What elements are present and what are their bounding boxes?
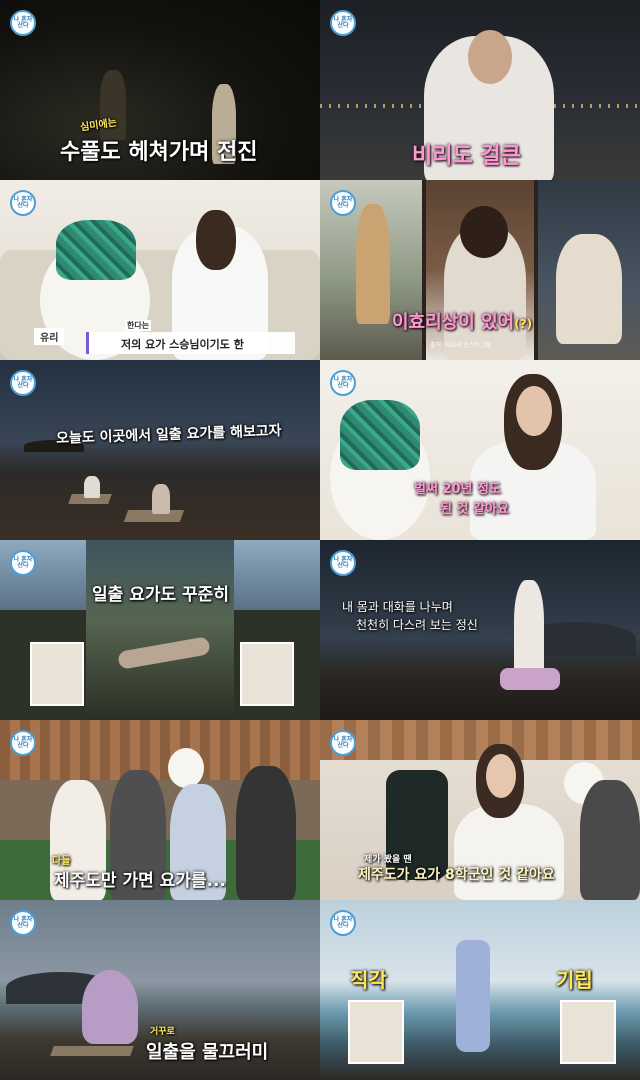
reaction-cam-left xyxy=(348,1000,404,1064)
text-line1: 내 몸과 대화를 나누며 xyxy=(342,600,453,614)
panel-studio-reaction: 나 혼자 산다 다들 제주도만 가면 요가를... xyxy=(0,720,320,900)
person-head xyxy=(468,30,512,84)
caption: 오늘도 이곳에서 일출 요가를 해보고자 xyxy=(55,423,282,447)
show-logo: 나 혼자 산다 xyxy=(330,910,356,936)
panel-dawn-yoga: 나 혼자 산다 오늘도 이곳에서 일출 요가를 해보고자 xyxy=(0,360,320,540)
caption-line1: 벌써 20년 정도 xyxy=(414,482,501,497)
right-sky xyxy=(234,540,320,610)
guest-head xyxy=(460,206,508,258)
cast-member-right xyxy=(580,780,640,900)
caption-line2: 된 것 같아요 xyxy=(440,502,509,517)
panel-yoga-stretch: 나 혼자 산다 일출 요가도 꾸준히 xyxy=(0,540,320,720)
panel-night-walk: 나 혼자 산다 심미에는 수풀도 헤쳐가며 전진 xyxy=(0,0,320,180)
panel-backbend: 나 혼자 산다 거꾸로 일출을 물끄러미 xyxy=(0,900,320,1080)
caption-text: 이효리상이 있어 xyxy=(392,312,515,333)
studio-wall xyxy=(320,720,640,760)
show-logo-text: 나 혼자 산다 xyxy=(13,16,33,29)
label-left: 직각 xyxy=(350,968,387,992)
studio-bear xyxy=(168,748,204,788)
person-sitting-2 xyxy=(152,484,170,514)
show-logo: 나 혼자 산다 xyxy=(10,550,36,576)
show-logo: 나 혼자 산다 xyxy=(330,370,356,396)
panel-split-screen: 나 혼자 산다 이효리상이 있어(?) 출처: 이효리 인스타그램 xyxy=(320,180,640,360)
panel-studio-closeup: 나 혼자 산다 제가 봤을 땐 제주도가 요가 8학군인 것 같아요 xyxy=(320,720,640,900)
caption: 일출 요가도 꾸준히 xyxy=(92,585,229,605)
center-scene xyxy=(86,540,234,720)
show-logo: 나 혼자 산다 xyxy=(10,910,36,936)
panel-hair-tie: 나 혼자 산다 비리도 걸큰 xyxy=(320,0,640,180)
panel-interview-closeup: 나 혼자 산다 벌써 20년 정도 된 것 같아요 xyxy=(320,360,640,540)
caption: 이효리상이 있어(?) xyxy=(392,308,532,334)
panel-interview-sofa: 나 혼자 산다 유리 한다는 저의 요가 스승님이기도 한 xyxy=(0,180,320,360)
person-arms-up xyxy=(514,580,544,680)
person-sitting-1 xyxy=(84,476,100,498)
person-hair xyxy=(196,210,236,270)
bear-scarf xyxy=(340,400,420,470)
show-logo: 나 혼자 산다 xyxy=(10,10,36,36)
person-backbend xyxy=(82,970,138,1044)
cast-member-4 xyxy=(236,766,296,900)
caption-main: 제주도만 가면 요가를... xyxy=(54,871,226,891)
reaction-cam-left xyxy=(30,642,84,706)
caption-small: 거꾸로 xyxy=(150,1027,175,1037)
caption-suffix: (?) xyxy=(514,317,533,331)
show-logo: 나 혼자 산다 xyxy=(10,370,36,396)
panel-headstand: 나 혼자 산다 직각 기립 xyxy=(320,900,640,1080)
person-headstand xyxy=(456,940,490,1052)
photo-collage: 나 혼자 산다 심미에는 수풀도 헤쳐가며 전진 나 혼자 산다 비리도 걸큰 … xyxy=(0,0,640,1080)
subtitle-text: 저의 요가 스승님이기도 한 xyxy=(121,338,244,351)
photo-credit: 출처: 이효리 인스타그램 xyxy=(430,342,492,349)
person-yuri xyxy=(454,804,564,900)
show-logo: 나 혼자 산다 xyxy=(330,730,356,756)
person-face xyxy=(516,386,552,436)
reaction-cam-right xyxy=(560,1000,616,1064)
reaction-cam-right xyxy=(240,642,294,706)
label-right: 기립 xyxy=(556,968,593,992)
show-logo: 나 혼자 산다 xyxy=(10,730,36,756)
caption-main: 수풀도 헤쳐가며 전진 xyxy=(60,140,258,165)
left-sky xyxy=(0,540,86,610)
caption-main: 제주도가 요가 8학군인 것 같아요 xyxy=(358,867,555,883)
show-logo: 나 혼자 산다 xyxy=(330,190,356,216)
caption: 비리도 걸큰 xyxy=(412,144,521,169)
text-line2: 천천히 다스려 보는 정신 xyxy=(356,618,478,632)
bear-scarf xyxy=(56,220,136,280)
subtitle-bar: 한다는 저의 요가 스승님이기도 한 xyxy=(86,320,295,354)
show-logo: 나 혼자 산다 xyxy=(330,10,356,36)
yoga-mat xyxy=(50,1046,134,1056)
caption-main: 일출을 물끄러미 xyxy=(146,1042,269,1063)
caption-prefix: 다들 xyxy=(52,856,71,867)
person-face xyxy=(486,754,516,798)
show-logo: 나 혼자 산다 xyxy=(330,550,356,576)
name-tag: 유리 xyxy=(34,328,65,345)
subtitle-label: 한다는 xyxy=(125,320,152,331)
person-legs xyxy=(500,668,560,690)
show-logo: 나 혼자 산다 xyxy=(10,190,36,216)
person-meditating xyxy=(556,234,622,344)
panel-standing-stretch: 나 혼자 산다 내 몸과 대화를 나누며 천천히 다스려 보는 정신 xyxy=(320,540,640,720)
person-lee-hyori xyxy=(356,204,390,324)
